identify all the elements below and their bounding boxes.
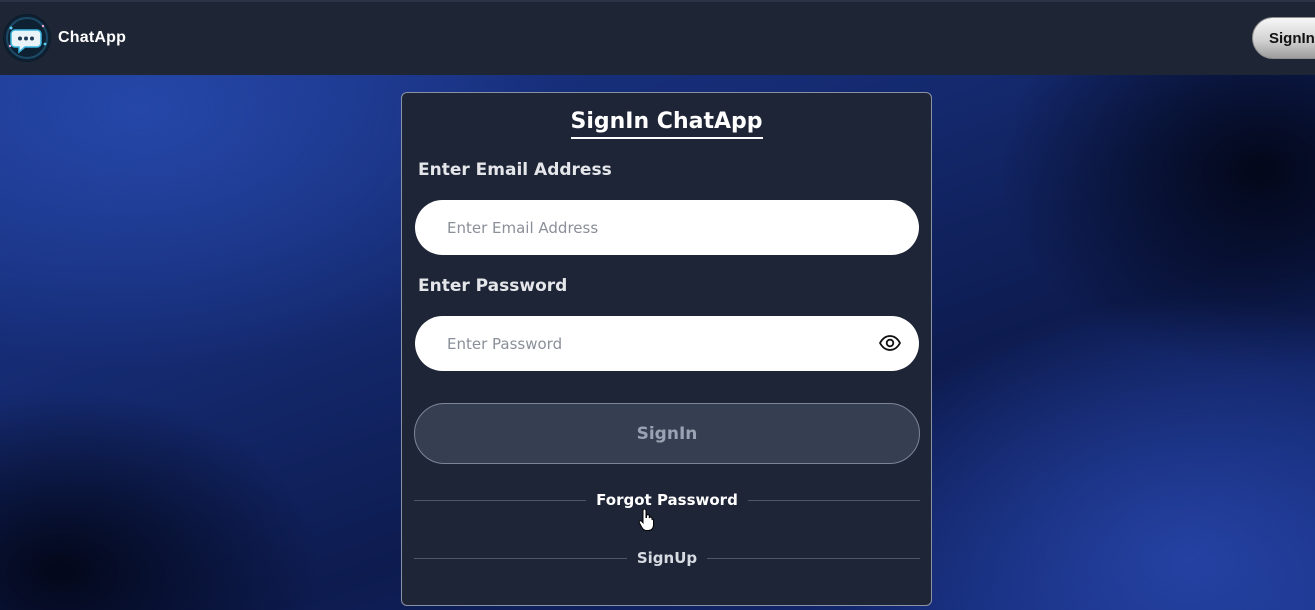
signin-button[interactable]: SignIn [414,403,920,464]
nav-signin-button[interactable]: SignIn [1252,17,1315,59]
email-label: Enter Email Address [418,160,612,180]
email-field-wrapper [415,200,919,255]
signup-row: SignUp [414,548,920,568]
password-label: Enter Password [418,276,568,296]
divider-line-left [414,558,630,559]
hand-pointer-cursor-icon [638,508,654,533]
signin-card: SignIn ChatApp Enter Email Address Enter… [401,92,932,606]
card-title-text: SignIn ChatApp [570,108,763,139]
brand-home-link[interactable]: ChatApp [3,13,126,63]
password-input[interactable] [447,316,857,371]
chat-bubble-logo-icon [3,14,51,62]
brand-name: ChatApp [58,29,127,46]
divider-line-right [738,500,920,501]
password-field-wrapper [415,316,919,371]
top-navbar: ChatApp SignIn [0,0,1315,75]
forgot-password-row: Forgot Password [414,490,920,510]
eye-icon[interactable] [879,333,901,353]
divider-line-right [704,558,920,559]
forgot-password-link[interactable]: Forgot Password [586,491,748,509]
email-input[interactable] [447,200,857,255]
signup-link[interactable]: SignUp [626,549,708,567]
card-title: SignIn ChatApp [402,108,931,139]
divider-line-left [414,500,596,501]
